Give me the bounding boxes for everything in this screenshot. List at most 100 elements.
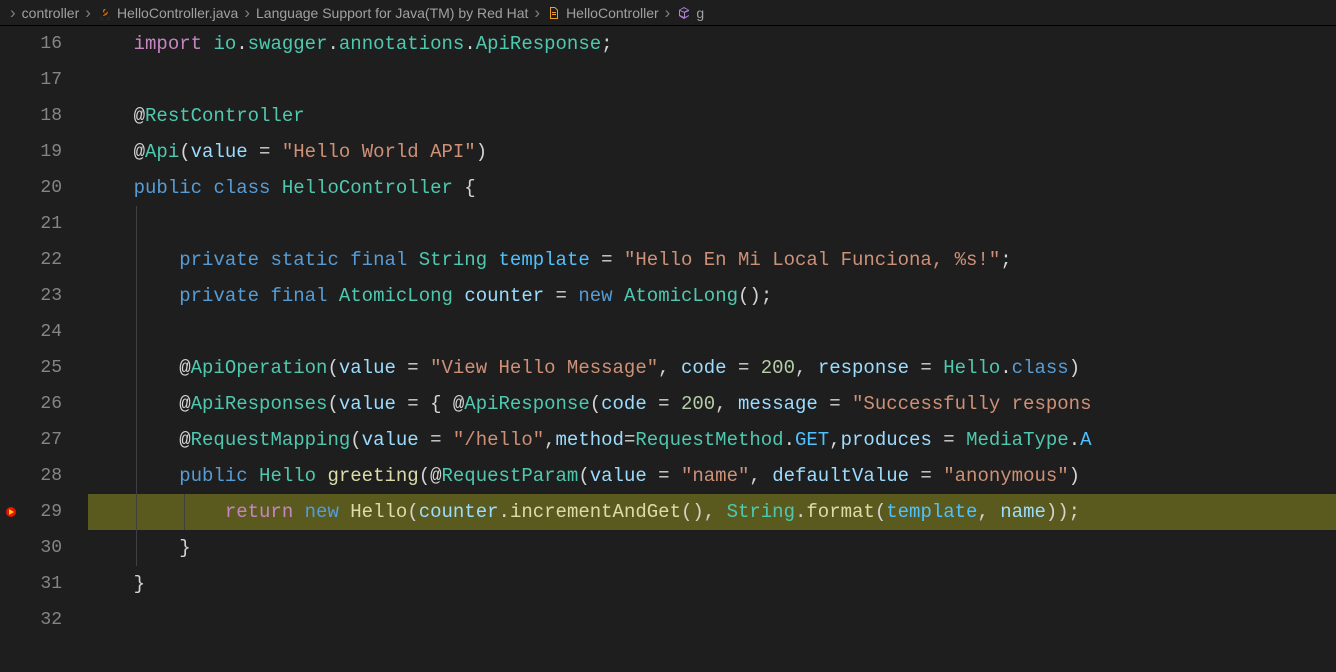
code-token: . xyxy=(464,33,475,55)
code-token xyxy=(407,249,418,271)
code-token: ApiOperation xyxy=(191,357,328,379)
code-token xyxy=(88,33,134,55)
code-token xyxy=(487,249,498,271)
line-number[interactable]: 20 xyxy=(0,170,62,206)
code-token: = xyxy=(419,429,453,451)
line-number-gutter[interactable]: 1617181920212223242526272829303132 xyxy=(0,26,88,672)
breadcrumb-item-method[interactable]: g xyxy=(676,5,704,21)
line-number[interactable]: 31 xyxy=(0,566,62,602)
chevron-right-icon: › xyxy=(83,4,93,21)
code-token: Hello xyxy=(259,465,316,487)
line-number[interactable]: 19 xyxy=(0,134,62,170)
code-line[interactable]: @ApiOperation(value = "View Hello Messag… xyxy=(88,350,1336,386)
line-number[interactable]: 23 xyxy=(0,278,62,314)
line-number[interactable]: 18 xyxy=(0,98,62,134)
code-token: A xyxy=(1080,429,1091,451)
code-token: String xyxy=(727,501,795,523)
indent-guide xyxy=(136,530,137,566)
code-line[interactable]: return new Hello(counter.incrementAndGet… xyxy=(88,494,1336,530)
code-token: private xyxy=(179,285,259,307)
code-token: "/hello" xyxy=(453,429,544,451)
code-token: ( xyxy=(327,357,338,379)
line-number[interactable]: 25 xyxy=(0,350,62,386)
code-token: (); xyxy=(738,285,772,307)
code-token: ( xyxy=(179,141,190,163)
code-token: 200 xyxy=(761,357,795,379)
code-token: value xyxy=(339,357,396,379)
code-token: ) xyxy=(1069,465,1092,487)
code-token xyxy=(88,357,179,379)
code-token: ) xyxy=(476,141,487,163)
line-number[interactable]: 32 xyxy=(0,602,62,638)
code-line[interactable] xyxy=(88,62,1336,98)
code-content[interactable]: import io.swagger.annotations.ApiRespons… xyxy=(88,26,1336,672)
breadcrumb-item-file[interactable]: HelloController.java xyxy=(97,5,238,21)
code-line[interactable]: import io.swagger.annotations.ApiRespons… xyxy=(88,26,1336,62)
code-token: 200 xyxy=(681,393,715,415)
code-token xyxy=(293,501,304,523)
code-token: = { xyxy=(396,393,453,415)
code-line[interactable]: } xyxy=(88,566,1336,602)
code-line[interactable]: private static final String template = "… xyxy=(88,242,1336,278)
code-line[interactable]: @Api(value = "Hello World API") xyxy=(88,134,1336,170)
code-token: value xyxy=(191,141,248,163)
code-token: ( xyxy=(875,501,886,523)
code-token xyxy=(202,177,213,199)
indent-guide xyxy=(136,386,137,422)
code-line[interactable]: } xyxy=(88,530,1336,566)
code-line[interactable]: @RequestMapping(value = "/hello",method=… xyxy=(88,422,1336,458)
code-line[interactable]: public class HelloController { xyxy=(88,170,1336,206)
line-number[interactable]: 26 xyxy=(0,386,62,422)
code-line[interactable]: public Hello greeting(@RequestParam(valu… xyxy=(88,458,1336,494)
code-token: . xyxy=(499,501,510,523)
code-token: public xyxy=(179,465,247,487)
code-line[interactable] xyxy=(88,314,1336,350)
code-line[interactable]: private final AtomicLong counter = new A… xyxy=(88,278,1336,314)
line-number[interactable]: 29 xyxy=(0,494,62,530)
breakpoint-icon[interactable] xyxy=(4,505,18,519)
code-line[interactable]: @ApiResponses(value = { @ApiResponse(cod… xyxy=(88,386,1336,422)
class-symbol-icon xyxy=(546,5,562,21)
indent-guide xyxy=(184,494,185,530)
breadcrumb-item-provider[interactable]: Language Support for Java(TM) by Red Hat xyxy=(256,5,528,21)
code-line[interactable]: @RestController xyxy=(88,98,1336,134)
code-token xyxy=(88,501,225,523)
breadcrumb-label: HelloController xyxy=(566,5,659,21)
code-token: ApiResponse xyxy=(464,393,589,415)
line-number[interactable]: 27 xyxy=(0,422,62,458)
line-number[interactable]: 21 xyxy=(0,206,62,242)
code-token: code xyxy=(681,357,727,379)
code-token: "anonymous" xyxy=(943,465,1068,487)
code-token: GET xyxy=(795,429,829,451)
code-token: ( xyxy=(578,465,589,487)
code-token: ) xyxy=(1069,357,1080,379)
breadcrumb-item-class[interactable]: HelloController xyxy=(546,5,659,21)
code-token: "Successfully respons xyxy=(852,393,1091,415)
code-token: Hello xyxy=(350,501,407,523)
code-token: ( xyxy=(590,393,601,415)
code-token: , xyxy=(829,429,840,451)
code-line[interactable] xyxy=(88,206,1336,242)
code-token xyxy=(88,393,179,415)
line-number[interactable]: 16 xyxy=(0,26,62,62)
code-token: Hello xyxy=(943,357,1000,379)
line-number[interactable]: 24 xyxy=(0,314,62,350)
line-number[interactable]: 30 xyxy=(0,530,62,566)
code-token: class xyxy=(1012,357,1069,379)
code-token: { xyxy=(453,177,476,199)
line-number[interactable]: 22 xyxy=(0,242,62,278)
breadcrumb-item-folder[interactable]: controller xyxy=(22,5,80,21)
code-token: annotations xyxy=(339,33,464,55)
line-number[interactable]: 28 xyxy=(0,458,62,494)
code-token xyxy=(88,141,134,163)
line-number[interactable]: 17 xyxy=(0,62,62,98)
chevron-right-icon: › xyxy=(532,4,542,21)
editor-area[interactable]: 1617181920212223242526272829303132 impor… xyxy=(0,26,1336,672)
code-token: "name" xyxy=(681,465,749,487)
code-token: ( xyxy=(327,393,338,415)
code-token xyxy=(259,285,270,307)
code-line[interactable] xyxy=(88,602,1336,638)
code-token: produces xyxy=(841,429,932,451)
code-token: @ xyxy=(134,141,145,163)
code-token: = xyxy=(544,285,578,307)
